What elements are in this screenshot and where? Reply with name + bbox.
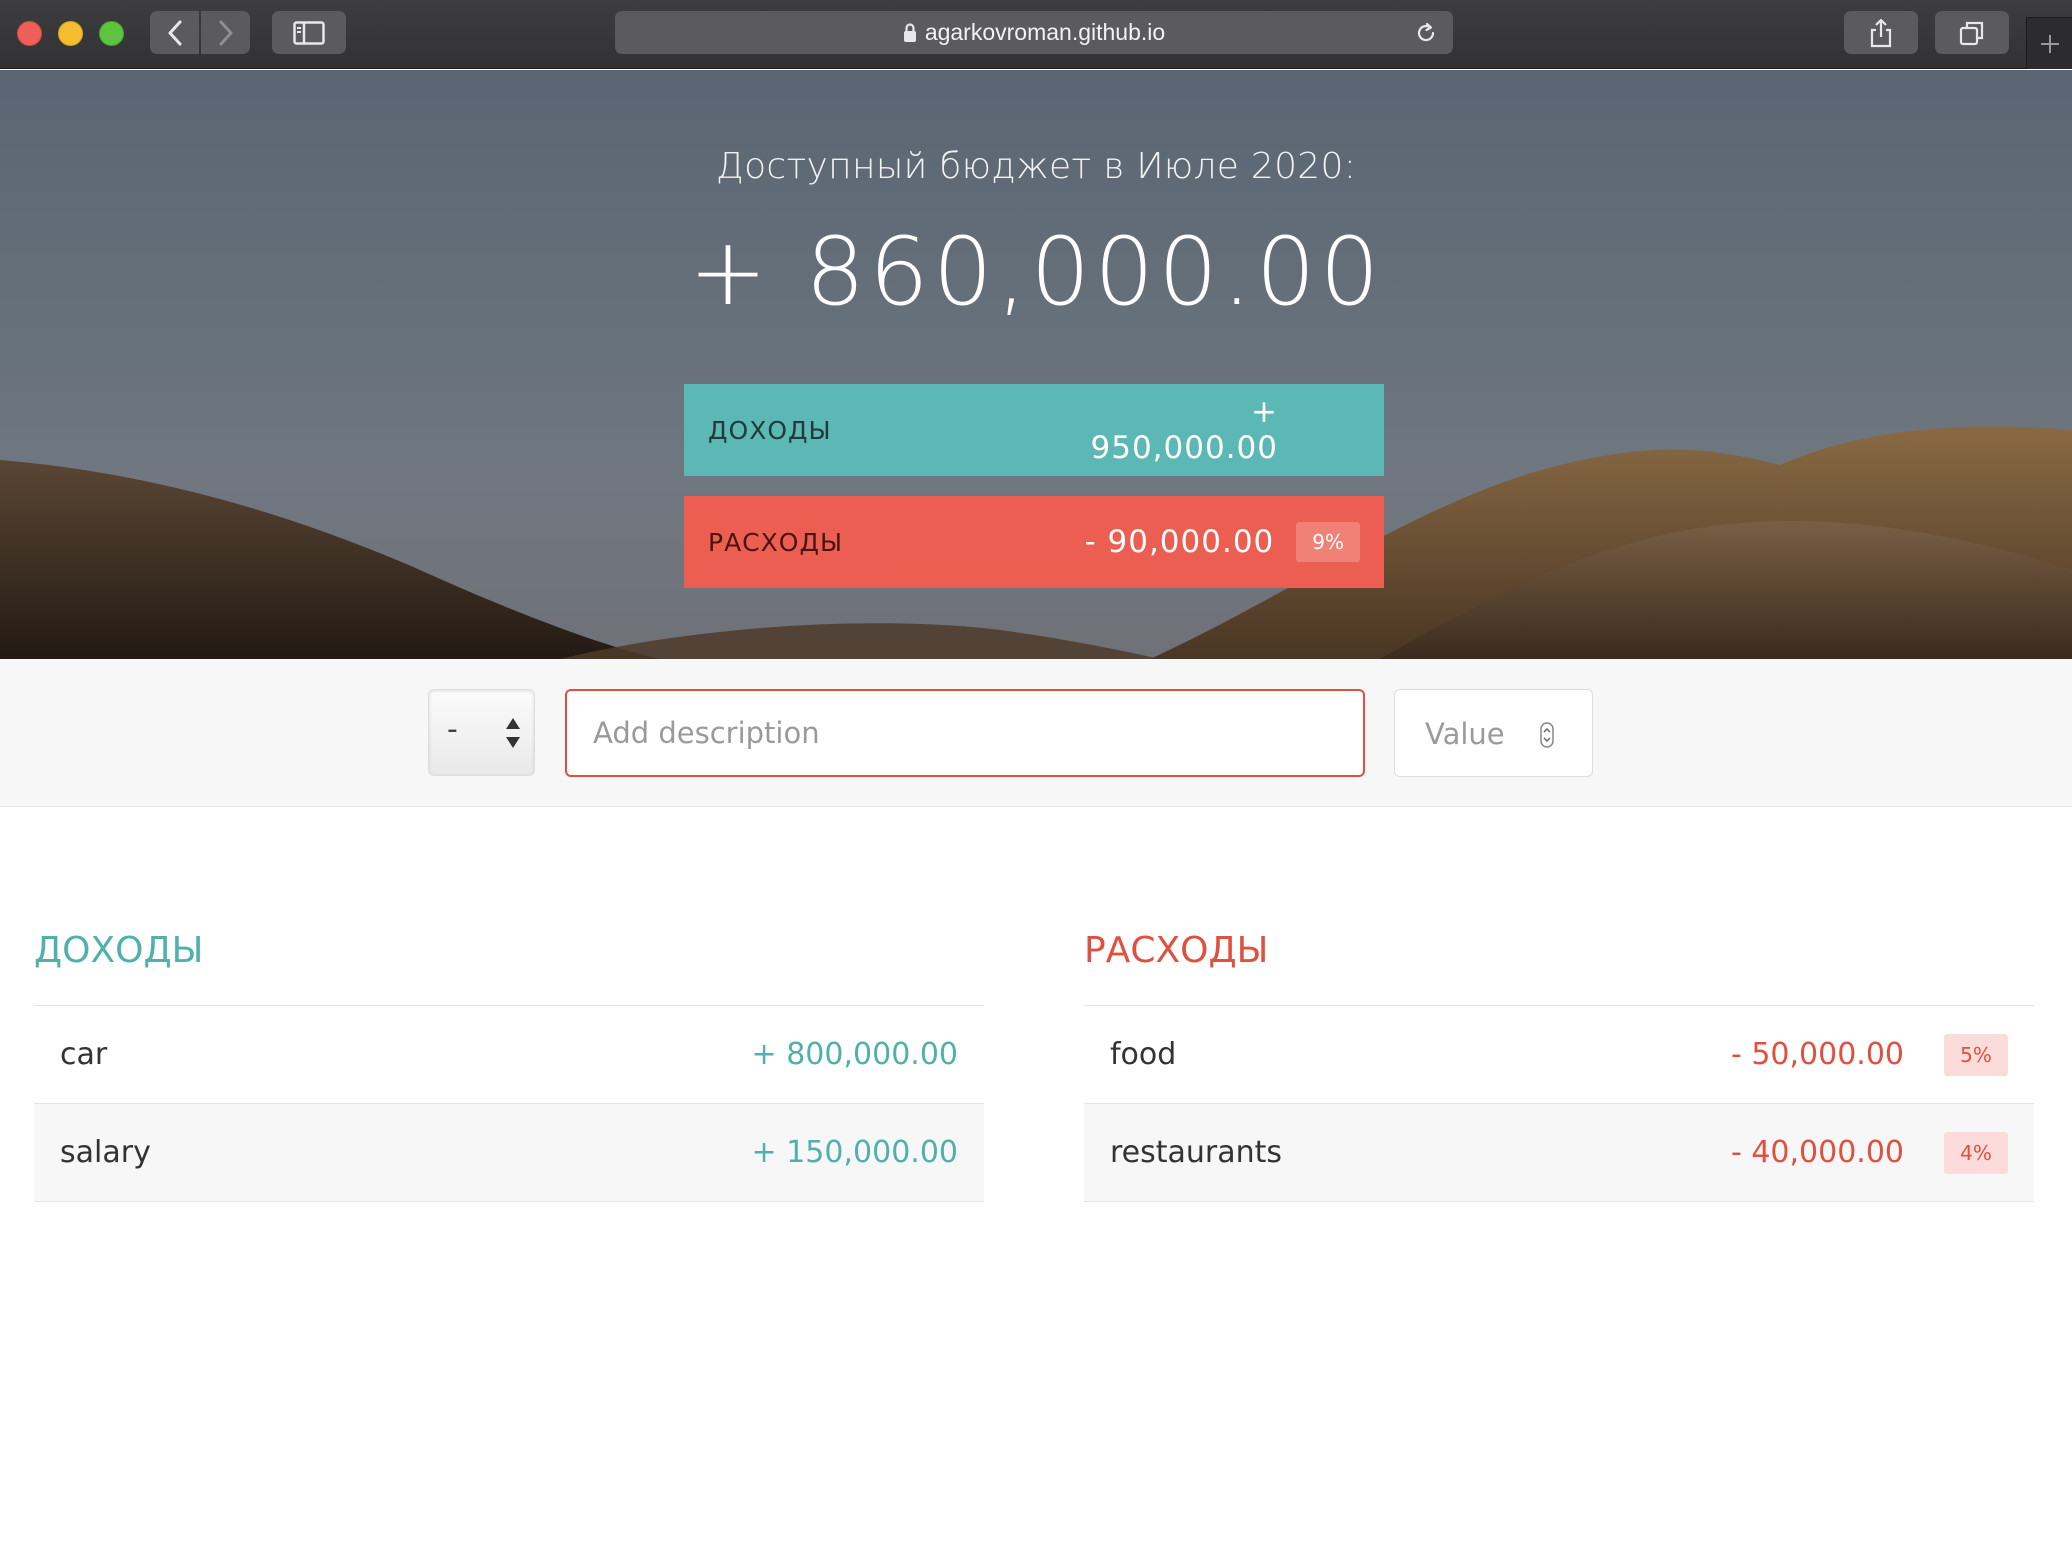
sidebar-toggle-button[interactable] [272, 11, 346, 54]
back-button[interactable] [150, 11, 199, 54]
type-select-value: - [447, 712, 458, 747]
expense-item[interactable]: restaurants - 40,000.00 4% [1084, 1104, 2034, 1202]
expense-list-title: РАСХОДЫ [1084, 920, 2034, 1006]
sidebar-icon [293, 20, 325, 45]
number-stepper-icon[interactable] [1540, 722, 1554, 748]
expense-item-description: restaurants [1110, 1135, 1283, 1170]
expense-item-value: - 50,000.00 [1730, 1037, 1904, 1072]
budget-title: Доступный бюджет в Июле 2020: [715, 146, 1357, 187]
expense-summary: РАСХОДЫ - 90,000.00 9% [684, 496, 1384, 588]
address-bar[interactable]: agarkovroman.github.io [615, 11, 1453, 54]
available-budget-value: + 860,000.00 [688, 218, 1384, 327]
new-tab-button[interactable] [2026, 17, 2072, 69]
income-item-value: + 800,000.00 [751, 1037, 958, 1072]
minimize-window-button[interactable] [58, 21, 83, 46]
expense-item-percentage: 4% [1944, 1131, 2008, 1174]
add-entry-bar: - Value [0, 659, 2072, 807]
expense-item[interactable]: food - 50,000.00 5% [1084, 1006, 2034, 1104]
value-placeholder: Value [1425, 717, 1505, 751]
income-item-description: car [60, 1037, 108, 1072]
chevron-right-icon [219, 20, 232, 45]
share-icon [1870, 18, 1892, 47]
expense-list: РАСХОДЫ food - 50,000.00 5% restaurants … [1084, 920, 2034, 1202]
share-button[interactable] [1844, 11, 1918, 54]
expense-item-value: - 40,000.00 [1730, 1135, 1904, 1170]
expense-item-percentage: 5% [1944, 1033, 2008, 1076]
url-text: agarkovroman.github.io [924, 19, 1166, 45]
forward-button[interactable] [201, 11, 250, 54]
expense-summary-value: - 90,000.00 [1084, 524, 1275, 560]
expense-summary-label: РАСХОДЫ [708, 527, 844, 557]
tabs-icon [1959, 21, 1984, 45]
income-item[interactable]: car + 800,000.00 [34, 1006, 984, 1104]
income-list-title: ДОХОДЫ [34, 920, 984, 1006]
income-list: ДОХОДЫ car + 800,000.00 salary + 150,000… [34, 920, 984, 1202]
income-summary-label: ДОХОДЫ [708, 415, 832, 445]
browser-toolbar: agarkovroman.github.io [0, 0, 2072, 69]
plus-icon [2040, 34, 2059, 53]
show-tabs-button[interactable] [1935, 11, 2009, 54]
income-item[interactable]: salary + 150,000.00 [34, 1104, 984, 1202]
description-input[interactable] [565, 689, 1365, 777]
zoom-window-button[interactable] [99, 21, 124, 46]
income-summary: ДОХОДЫ + 950,000.00 [684, 384, 1384, 476]
budget-header: Доступный бюджет в Июле 2020: + 860,000.… [0, 70, 2072, 659]
close-window-button[interactable] [17, 21, 42, 46]
income-item-value: + 150,000.00 [751, 1135, 958, 1170]
income-item-description: salary [60, 1135, 151, 1170]
reload-icon[interactable] [1413, 20, 1439, 46]
select-arrows-icon [506, 718, 520, 748]
income-summary-value: + 950,000.00 [1090, 394, 1278, 466]
lock-icon [903, 22, 916, 42]
expense-item-description: food [1110, 1037, 1177, 1072]
expense-percentage-badge: 9% [1296, 522, 1360, 562]
chevron-left-icon [168, 20, 181, 45]
type-select[interactable]: - [428, 689, 535, 776]
value-input[interactable]: Value [1394, 689, 1593, 777]
